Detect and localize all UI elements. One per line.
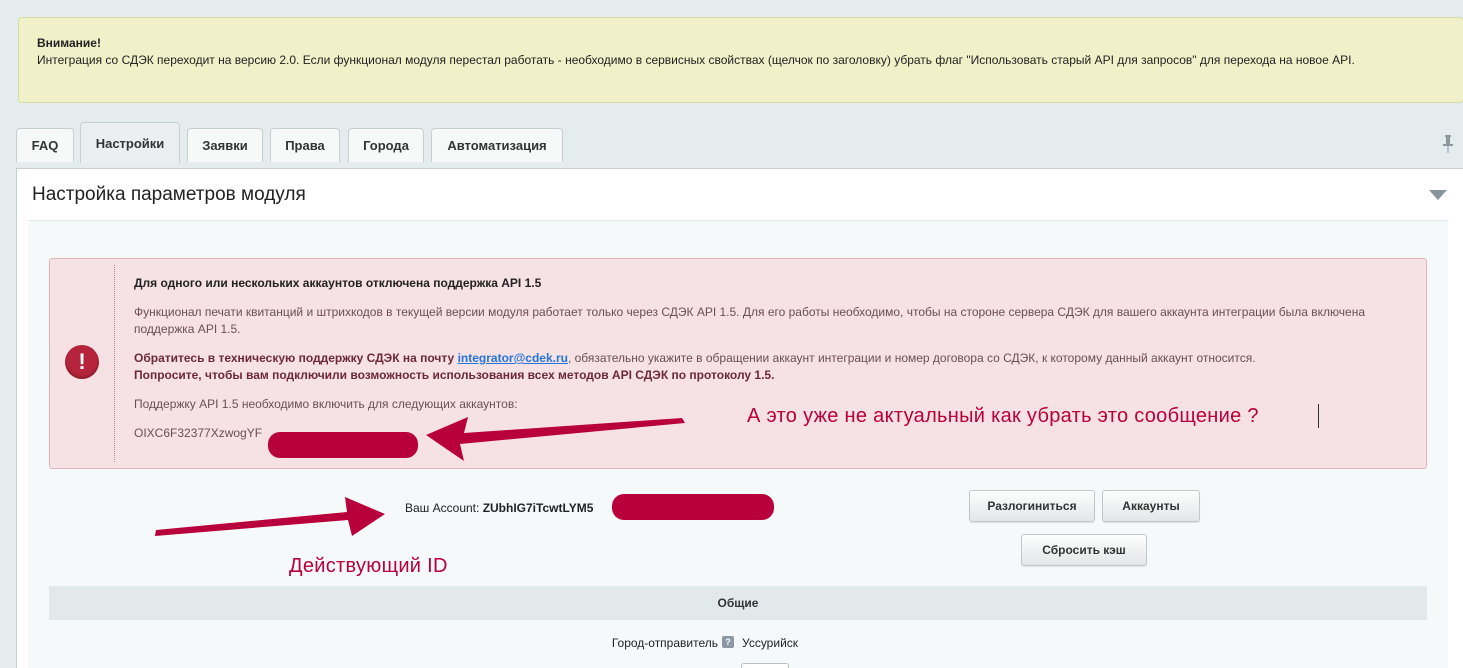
accounts-button[interactable]: Аккаунты <box>1102 490 1200 522</box>
input-field[interactable] <box>741 663 789 668</box>
field-row-sender-city: Город-отправитель ? Уссурийск <box>28 636 1448 656</box>
field-label-sender-city: Город-отправитель <box>611 636 718 650</box>
account-label: Ваш Account: <box>405 501 480 515</box>
tab-settings[interactable]: Настройки <box>80 122 180 163</box>
tab-faq[interactable]: FAQ <box>16 128 74 162</box>
logout-button[interactable]: Разлогиниться <box>969 490 1095 522</box>
support-email-link[interactable]: integrator@cdek.ru <box>458 351 568 365</box>
panel-title: Настройка параметров модуля <box>32 184 306 205</box>
annotation-text-top: А это уже не актуальный как убрать это с… <box>747 405 1259 427</box>
tab-orders[interactable]: Заявки <box>187 128 263 162</box>
api-notice: Внимание! Интеграция со СДЭК переходит н… <box>18 17 1463 103</box>
alert-divider <box>114 265 115 462</box>
reset-cache-button[interactable]: Сбросить кэш <box>1021 534 1147 566</box>
notice-title: Внимание! <box>37 36 101 50</box>
redaction-mark <box>268 432 418 458</box>
alert-text-2: Обратитесь в техническую поддержку СДЭК … <box>134 350 1394 384</box>
api-alert: ! Для одного или нескольких аккаунтов от… <box>49 258 1427 469</box>
tab-cities[interactable]: Города <box>348 128 424 162</box>
notice-text: Интеграция со СДЭК переходит на версию 2… <box>37 53 1355 67</box>
alert-request-text: Попросите, чтобы вам подключили возможно… <box>134 368 775 382</box>
panel-content: ! Для одного или нескольких аккаунтов от… <box>28 220 1448 668</box>
alert-support-rest: , обязательно укажите в обращении аккаун… <box>567 351 1256 365</box>
alert-support-text: Обратитесь в техническую поддержку СДЭК … <box>134 351 455 365</box>
account-line: Ваш Account: ZUbhIG7iTcwtLYM5 <box>405 501 593 515</box>
account-value: ZUbhIG7iTcwtLYM5 <box>482 501 594 515</box>
section-header-general: Общие <box>49 586 1427 620</box>
arrow-annotation <box>155 497 385 536</box>
exclamation-icon: ! <box>65 345 99 379</box>
field-value-sender-city: Уссурийск <box>742 636 799 650</box>
chevron-down-icon[interactable] <box>1428 189 1448 201</box>
annotation-text-bottom: Действующий ID <box>289 555 448 577</box>
alert-text-1: Функционал печати квитанций и штрихкодов… <box>134 305 1365 336</box>
redaction-mark <box>612 494 774 520</box>
help-icon[interactable]: ? <box>722 636 734 648</box>
text-cursor <box>1318 404 1319 428</box>
tab-rights[interactable]: Права <box>270 128 340 162</box>
alert-headline: Для одного или нескольких аккаунтов откл… <box>134 276 542 290</box>
pin-icon[interactable] <box>1442 135 1454 153</box>
arrow-annotation <box>426 417 685 461</box>
tab-automation[interactable]: Автоматизация <box>431 128 563 162</box>
